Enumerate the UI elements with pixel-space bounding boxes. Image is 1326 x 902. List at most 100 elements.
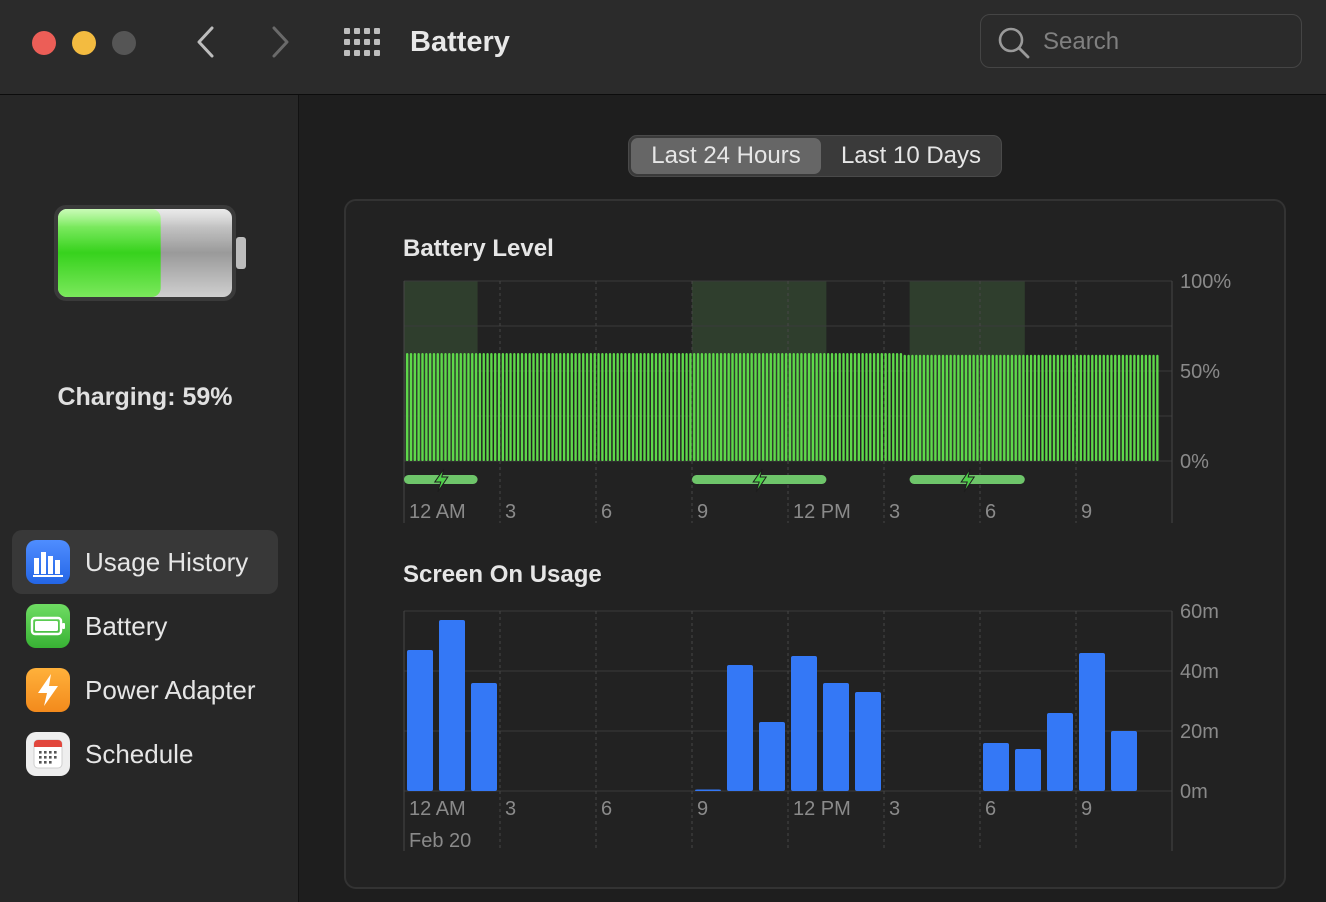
sidebar-item-usage-history[interactable]: Usage History xyxy=(12,530,278,594)
battery-level-bar xyxy=(865,353,868,461)
usage-x-tick: 3 xyxy=(889,798,900,820)
close-window-button[interactable] xyxy=(32,31,56,55)
battery-level-bar xyxy=(1137,354,1140,461)
battery-level-bar xyxy=(1049,354,1052,461)
sidebar: Charging: 59% Usage History Battery Powe… xyxy=(0,95,299,902)
screen-usage-bar xyxy=(471,683,497,791)
battery-y-tick: 0% xyxy=(1180,451,1209,473)
screen-usage-bar xyxy=(759,722,785,791)
battery-level-bar xyxy=(1148,354,1151,461)
battery-level-bar xyxy=(976,354,979,461)
battery-level-bar xyxy=(945,354,949,461)
battery-level-bar xyxy=(501,353,505,461)
battery-level-bar xyxy=(471,353,474,461)
battery-level-bar xyxy=(742,353,746,461)
battery-level-bar xyxy=(585,353,589,461)
battery-level-bar xyxy=(1144,354,1148,461)
battery-level-bar xyxy=(704,353,707,461)
battery-level-bar xyxy=(1026,354,1029,461)
battery-level-bar xyxy=(1083,354,1086,461)
battery-level-bar xyxy=(413,353,417,461)
minimize-window-button[interactable] xyxy=(72,31,96,55)
battery-level-bar xyxy=(964,354,968,461)
battery-level-bar xyxy=(811,353,815,461)
battery-level-bar xyxy=(758,353,761,461)
battery-level-bar xyxy=(731,353,734,461)
battery-level-bar xyxy=(857,353,860,461)
battery-level-bar xyxy=(643,353,646,461)
charging-status: Charging: 59% xyxy=(57,383,233,411)
battery-level-bar xyxy=(624,353,627,461)
battery-level-bar xyxy=(815,353,818,461)
battery-level-bar xyxy=(968,354,971,461)
battery-level-bar xyxy=(536,353,539,461)
sidebar-item-label: Battery xyxy=(85,611,168,641)
screen-usage-bar xyxy=(695,789,721,791)
search-field[interactable] xyxy=(980,14,1302,68)
battery-level-bar xyxy=(1079,354,1082,461)
sidebar-item-power-adapter[interactable]: Power Adapter xyxy=(12,658,278,722)
screen-usage-bar xyxy=(1047,713,1073,791)
battery-level-bar xyxy=(934,354,937,461)
sidebar-item-schedule[interactable]: Schedule xyxy=(12,722,278,786)
battery-x-tick: 3 xyxy=(889,501,900,523)
forward-button[interactable] xyxy=(260,22,300,62)
battery-level-bar xyxy=(1094,354,1098,461)
battery-level-bar xyxy=(547,353,550,461)
show-all-button[interactable] xyxy=(342,26,382,58)
battery-level-bar xyxy=(566,353,570,461)
battery-level-bar xyxy=(635,353,639,461)
battery-level-bar xyxy=(1071,354,1075,461)
battery-level-bar xyxy=(639,353,642,461)
battery-level-bar xyxy=(474,353,478,461)
screen-usage-bar xyxy=(1015,749,1041,791)
battery-level-bar xyxy=(723,353,727,461)
battery-level-bar xyxy=(1045,354,1048,461)
battery-level-bar xyxy=(895,353,899,461)
battery-level-bar xyxy=(800,353,803,461)
battery-level-bar xyxy=(880,353,883,461)
zoom-window-button[interactable] xyxy=(112,31,136,55)
battery-level-bar xyxy=(650,353,654,461)
screen-usage-bar xyxy=(1079,653,1105,791)
usage-charts: 12 AM 3 6 9 12 PM 3 6 9 100% 50% 0% 12 AM 3 6 9 12 PM 3 6… xyxy=(403,271,1231,852)
battery-level-bar xyxy=(409,353,413,461)
back-button[interactable] xyxy=(186,22,226,62)
battery-level-bar xyxy=(849,353,853,461)
battery-level-bar xyxy=(941,354,945,461)
sidebar-item-label: Schedule xyxy=(85,739,194,769)
battery-level-bar xyxy=(827,353,830,461)
battery-level-bar xyxy=(662,353,665,461)
sidebar-item-battery[interactable]: Battery xyxy=(12,594,278,658)
battery-level-bar xyxy=(972,354,975,461)
battery-level-bar xyxy=(482,353,485,461)
tab-last-24-hours[interactable]: Last 24 Hours xyxy=(631,138,821,174)
battery-level-bar xyxy=(861,353,864,461)
battery-level-bar xyxy=(888,353,891,461)
battery-level-bar xyxy=(1156,354,1159,461)
battery-level-bar xyxy=(455,353,459,461)
battery-level-bar xyxy=(1006,354,1010,461)
battery-level-bar xyxy=(773,353,776,461)
battery-level-bar xyxy=(693,353,696,461)
tab-last-10-days[interactable]: Last 10 Days xyxy=(823,138,999,174)
window-title: Battery xyxy=(410,26,510,58)
battery-level-bar xyxy=(1114,354,1117,461)
usage-date-label: Feb 20 xyxy=(409,830,471,852)
screen-usage-bar xyxy=(439,620,465,791)
battery-level-bar xyxy=(1029,354,1033,461)
battery-level-bar xyxy=(1041,354,1044,461)
battery-level-bar xyxy=(448,353,451,461)
battery-y-tick: 100% xyxy=(1180,271,1231,293)
battery-level-bar xyxy=(570,353,573,461)
battery-level-bar xyxy=(428,353,432,461)
search-input[interactable] xyxy=(1041,25,1285,59)
battery-level-bar xyxy=(903,354,906,461)
battery-level-bar xyxy=(444,353,447,461)
battery-level-bar xyxy=(781,353,784,461)
battery-level-bar xyxy=(509,353,512,461)
battery-x-tick: 12 PM xyxy=(793,501,851,523)
chevron-left-icon xyxy=(197,26,214,58)
battery-level-bar xyxy=(823,353,826,461)
usage-x-tick: 3 xyxy=(505,798,516,820)
